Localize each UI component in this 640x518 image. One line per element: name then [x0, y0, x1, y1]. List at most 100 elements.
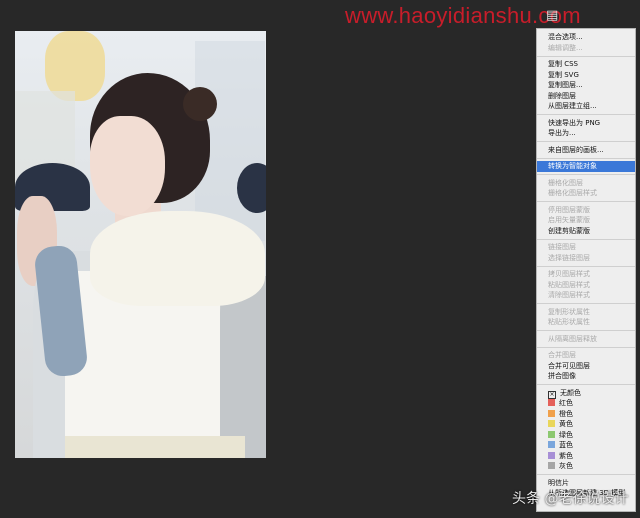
menu-item-label: 停用图层蒙版	[548, 205, 590, 214]
menu-item[interactable]: 黄色	[537, 419, 635, 430]
menu-item-label: 创建剪贴蒙版	[548, 226, 590, 235]
menu-separator	[537, 303, 635, 304]
menu-item: 合并图层	[537, 350, 635, 361]
menu-item: 粘贴图层样式	[537, 280, 635, 291]
weibo-watermark: 头条 @老徐说设计	[512, 491, 629, 507]
menu-separator	[537, 330, 635, 331]
menu-item-label: 复制形状属性	[548, 307, 590, 316]
menu-item-label: 绿色	[559, 430, 573, 439]
menu-item-label: 橙色	[559, 409, 573, 418]
color-swatch-icon	[548, 409, 555, 417]
color-swatch-icon	[548, 451, 555, 459]
menu-item[interactable]: 明信片	[537, 478, 635, 489]
menu-item[interactable]: 导出为...	[537, 128, 635, 139]
menu-item[interactable]: 红色	[537, 398, 635, 409]
menu-separator	[537, 238, 635, 240]
menu-item-label: 快速导出为 PNG	[548, 118, 601, 127]
menu-item: 停用图层蒙版	[537, 205, 635, 216]
menu-item[interactable]: 绿色	[537, 430, 635, 441]
menu-item-label: 红色	[559, 399, 573, 407]
menu-separator	[537, 55, 635, 57]
menu-item[interactable]: 拼合图像	[537, 371, 635, 382]
menu-item[interactable]: 复制 CSS	[537, 59, 635, 70]
menu-item[interactable]: 灰色	[537, 461, 635, 472]
menu-item[interactable]: 蓝色	[537, 440, 635, 451]
menu-item: 栅格化图层样式	[537, 188, 635, 199]
menu-item-label: 转换为智能对象	[548, 162, 597, 170]
menu-item: 启用矢量蒙版	[537, 215, 635, 226]
menu-item-label: 无颜色	[560, 388, 581, 397]
photo-face	[90, 116, 165, 216]
menu-separator	[537, 157, 635, 159]
menu-separator	[537, 265, 635, 267]
menu-separator	[537, 114, 635, 115]
menu-item-label: 紫色	[559, 451, 573, 460]
menu-item-label: 栅格化图层	[548, 178, 583, 187]
menu-item[interactable]: 快速导出为 PNG	[537, 118, 635, 129]
menu-item-label: 明信片	[548, 478, 569, 487]
menu-item-label: 蓝色	[559, 441, 573, 449]
menu-item: 从隔离图层释放	[537, 334, 635, 345]
color-swatch-icon	[548, 441, 555, 448]
menu-separator	[537, 346, 635, 348]
menu-item[interactable]: × 无颜色	[537, 388, 635, 399]
menu-separator	[537, 141, 635, 142]
menu-item-label: 灰色	[559, 462, 573, 470]
color-swatch-icon	[548, 430, 555, 438]
menu-item-label: 合并图层	[548, 351, 576, 359]
menu-item-label: 拼合图像	[548, 372, 576, 380]
menu-item-label: 复制图层...	[548, 81, 583, 89]
layer-panel-icon[interactable]: ▤	[546, 8, 558, 23]
menu-item: 链接图层	[537, 242, 635, 253]
menu-item[interactable]: 转换为智能对象	[537, 161, 635, 172]
menu-item[interactable]: 删除图层	[537, 91, 635, 102]
menu-item-label: 从图层建立组...	[548, 102, 597, 110]
color-swatch-icon	[548, 399, 555, 406]
menu-separator	[537, 174, 635, 175]
menu-item-label: 栅格化图层样式	[548, 189, 597, 197]
menu-item[interactable]: 紫色	[537, 451, 635, 462]
photo-belt	[65, 436, 245, 458]
menu-item-label: 来自图层的画板...	[548, 145, 604, 154]
menu-item: 拷贝图层样式	[537, 269, 635, 280]
color-swatch-icon	[548, 462, 555, 469]
menu-item-label: 黄色	[559, 420, 573, 428]
menu-item-label: 删除图层	[548, 91, 576, 100]
menu-item-label: 粘贴图层样式	[548, 280, 590, 289]
menu-item[interactable]: 复制 SVG	[537, 70, 635, 81]
photo-scarf	[90, 211, 265, 306]
menu-item: 清除图层样式	[537, 290, 635, 301]
menu-item[interactable]: 来自图层的画板...	[537, 145, 635, 156]
menu-item: 复制形状属性	[537, 307, 635, 318]
menu-item[interactable]: 从图层建立组...	[537, 101, 635, 112]
menu-item-label: 复制 SVG	[548, 70, 579, 79]
layer-context-menu: 混合选项... 编辑调整... 复制 CSS 复制 SVG 复制图层... 删除图层从图层…	[536, 28, 636, 512]
menu-item: 粘贴形状属性	[537, 317, 635, 328]
photo-hair-bun	[183, 87, 217, 121]
menu-item-label: 混合选项...	[548, 33, 583, 41]
photo-layer[interactable]	[15, 31, 266, 458]
menu-separator	[537, 384, 635, 385]
menu-item-label: 启用矢量蒙版	[548, 216, 590, 224]
menu-item-label: 从隔离图层释放	[548, 334, 597, 343]
menu-item-label: 清除图层样式	[548, 291, 590, 299]
menu-item-label: 合并可见图层	[548, 361, 590, 370]
menu-item-label: 编辑调整...	[548, 43, 583, 52]
menu-item[interactable]: 合并可见图层	[537, 361, 635, 372]
menu-separator	[537, 201, 635, 202]
menu-item-label: 选择链接图层	[548, 253, 590, 262]
menu-item-label: 拷贝图层样式	[548, 270, 590, 278]
menu-item: 选择链接图层	[537, 253, 635, 264]
menu-item-label: 链接图层	[548, 243, 576, 251]
menu-item[interactable]: 混合选项...	[537, 32, 635, 43]
menu-item-label: 导出为...	[548, 129, 576, 137]
menu-item[interactable]: 橙色	[537, 409, 635, 420]
menu-item: 栅格化图层	[537, 178, 635, 189]
menu-item-label: 粘贴形状属性	[548, 318, 590, 326]
menu-item[interactable]: 创建剪贴蒙版	[537, 226, 635, 237]
menu-separator	[537, 474, 635, 475]
menu-item[interactable]: 复制图层...	[537, 80, 635, 91]
color-swatch-icon	[548, 420, 555, 427]
menu-item: 编辑调整...	[537, 43, 635, 54]
menu-item-label: 复制 CSS	[548, 60, 578, 68]
